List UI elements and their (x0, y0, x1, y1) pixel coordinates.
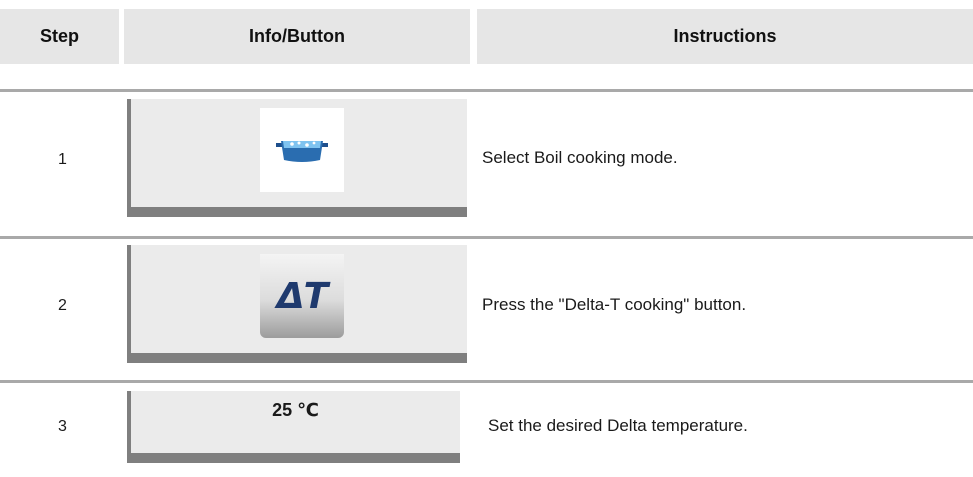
header-step: Step (0, 9, 119, 64)
boil-pot-icon (276, 141, 328, 162)
delta-t-icon: ΔT (276, 275, 328, 317)
delta-t-button[interactable]: ΔT (260, 254, 344, 338)
boil-mode-button[interactable] (260, 108, 344, 192)
instruction-1: Select Boil cooking mode. (482, 148, 678, 167)
header-info-button: Info/Button (124, 9, 470, 64)
temperature-value: 25 ℃ (272, 399, 319, 420)
instruction-2: Press the "Delta-T cooking" button. (482, 295, 747, 314)
row-divider (0, 89, 973, 92)
header-instructions: Instructions (477, 9, 973, 64)
temperature-display-panel[interactable]: 25 ℃ (127, 391, 460, 463)
step-number-1: 1 (58, 151, 67, 168)
delta-t-button-panel[interactable]: ΔT (127, 245, 467, 363)
row-divider (0, 380, 973, 383)
step-number-3: 3 (58, 418, 67, 435)
row-divider (0, 236, 973, 239)
boil-mode-button-panel[interactable] (127, 99, 467, 217)
step-number-2: 2 (58, 297, 67, 314)
instruction-3: Set the desired Delta temperature. (488, 416, 748, 435)
